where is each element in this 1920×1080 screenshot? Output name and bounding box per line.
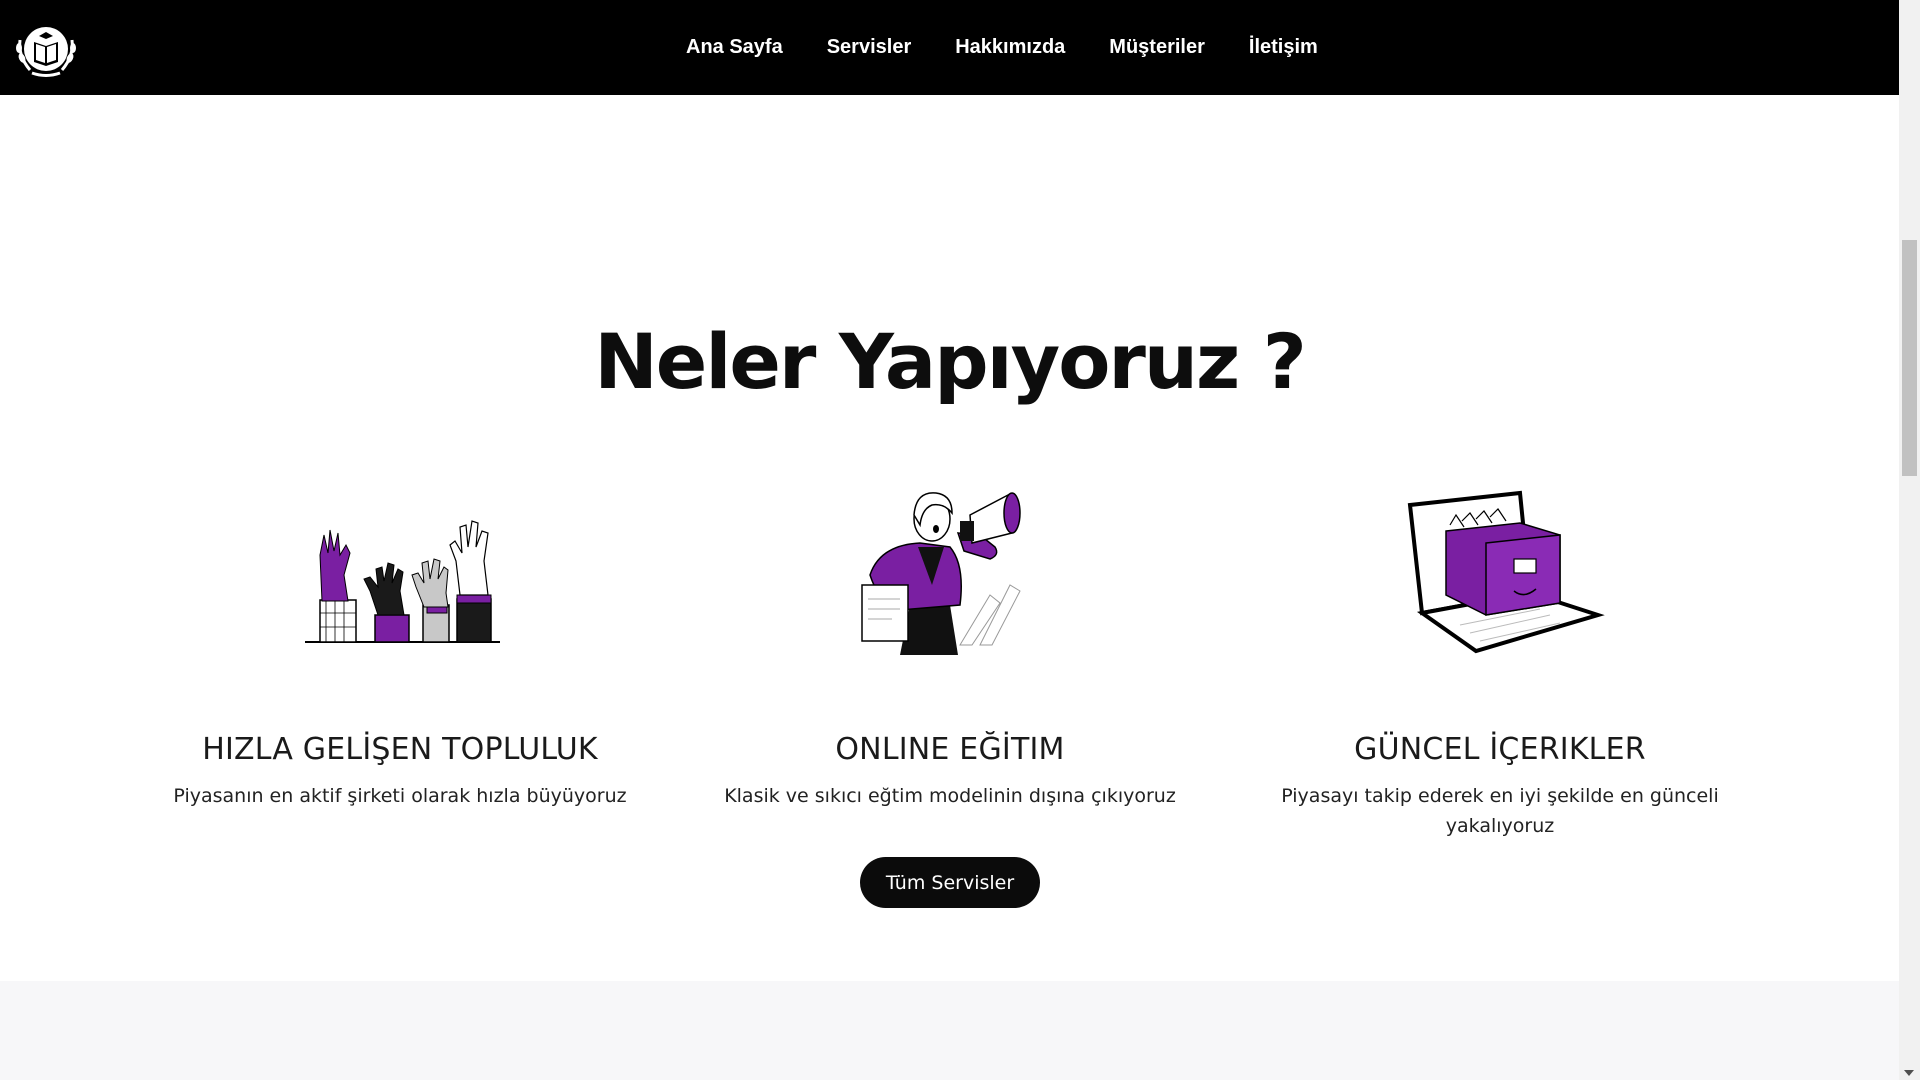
main-nav: Ana Sayfa Servisler Hakkımızda Müşterile… xyxy=(664,0,1340,95)
nav-link-services[interactable]: Servisler xyxy=(805,36,934,59)
nav-link-customers[interactable]: Müşteriler xyxy=(1087,36,1227,59)
service-card-community: HIZLA GELİŞEN TOPLULUK Piyasanın en akti… xyxy=(140,475,660,811)
section-title: Neler Yapıyoruz ? xyxy=(594,317,1307,406)
raised-hands-icon xyxy=(305,520,500,643)
card-title: ONLINE EĞİTIM xyxy=(835,732,1065,767)
megaphone-woman-icon xyxy=(861,492,1021,655)
next-section-band xyxy=(0,981,1899,1080)
nav-link-contact[interactable]: İletişim xyxy=(1227,36,1340,59)
card-text: Piyasanın en aktif şirketi olarak hızla … xyxy=(173,785,627,807)
laptop-file-drawer-icon xyxy=(1407,490,1605,654)
nav-link-about[interactable]: Hakkımızda xyxy=(933,36,1087,59)
book-laurel-logo-icon[interactable] xyxy=(14,18,78,80)
nav-link-home[interactable]: Ana Sayfa xyxy=(664,36,805,59)
service-card-online-education: ONLINE EĞİTIM Klasik ve sıkıcı eğtim mod… xyxy=(690,475,1210,811)
services-section: Neler Yapıyoruz ? HIZLA GELİŞEN TOPLULUK… xyxy=(0,95,1899,1080)
scroll-down-arrow-icon[interactable] xyxy=(1904,1070,1914,1076)
card-text: Klasik ve sıkıcı eğtim modelinin dışına … xyxy=(724,785,1176,807)
card-title: GÜNCEL İÇERIKLER xyxy=(1354,732,1646,767)
top-navbar: Ana Sayfa Servisler Hakkımızda Müşterile… xyxy=(0,0,1899,95)
card-text: Piyasayı takip ederek en iyi şekilde en … xyxy=(1281,785,1719,837)
card-title: HIZLA GELİŞEN TOPLULUK xyxy=(202,732,598,767)
page-scrollbar[interactable] xyxy=(1899,0,1920,1080)
all-services-button[interactable]: Tüm Servisler xyxy=(860,857,1040,908)
service-card-current-content: GÜNCEL İÇERIKLER Piyasayı takip ederek e… xyxy=(1240,475,1760,841)
scrollbar-thumb[interactable] xyxy=(1902,240,1917,476)
